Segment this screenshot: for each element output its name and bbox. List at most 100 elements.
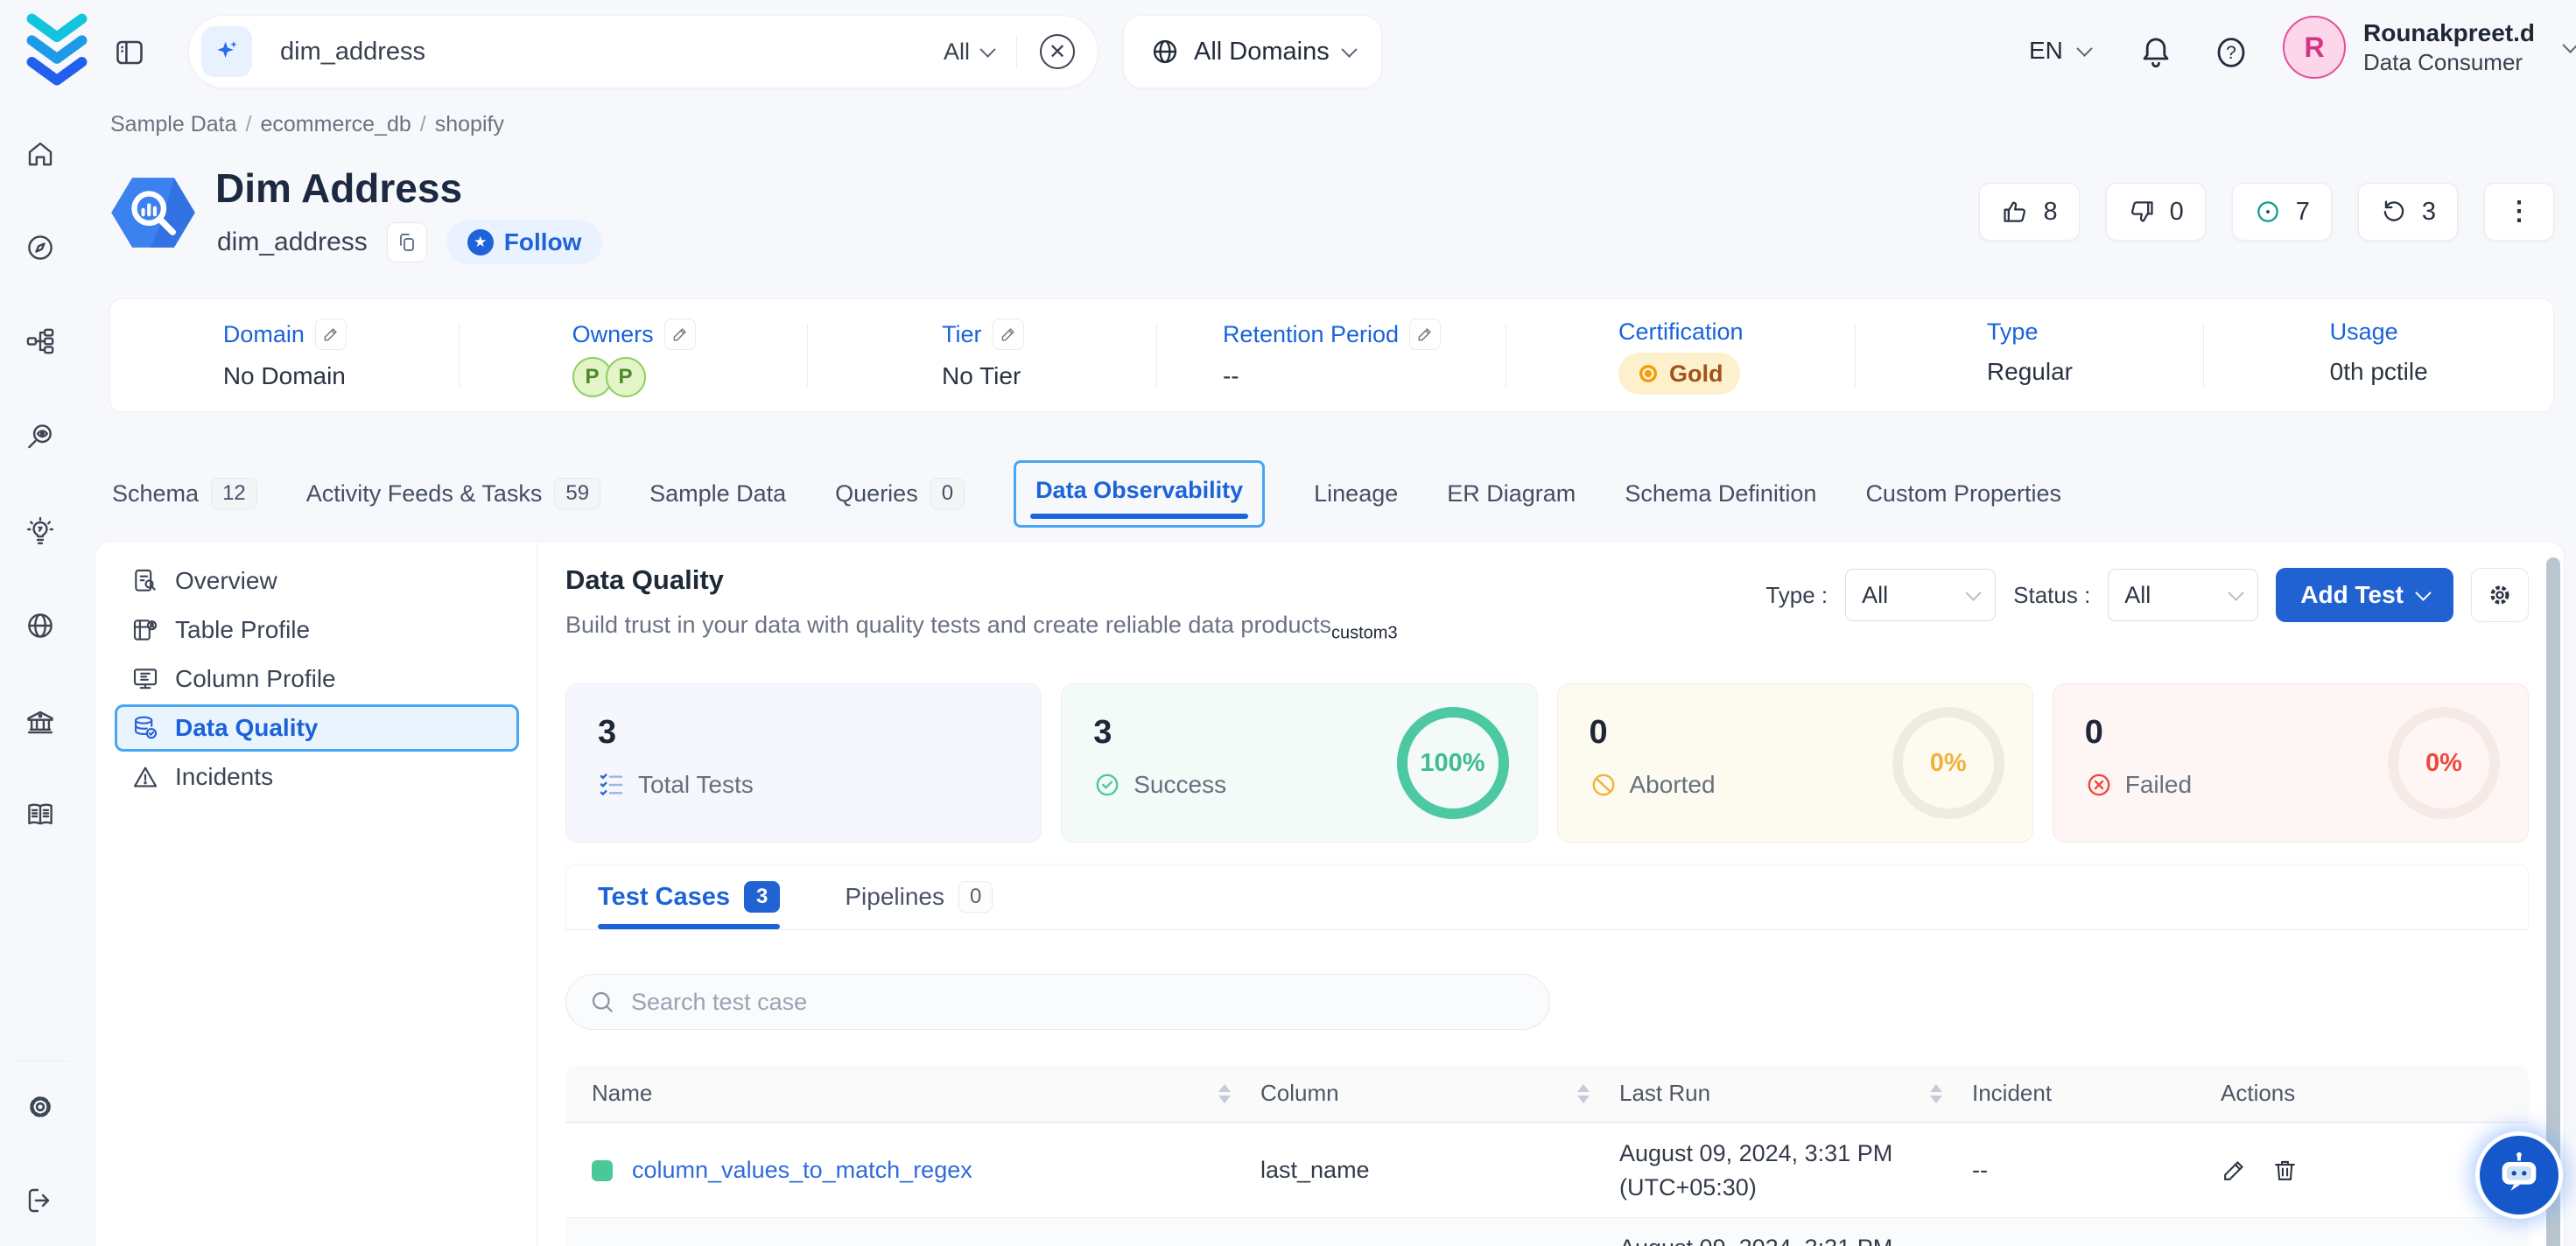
logout-icon[interactable] [25, 1183, 60, 1218]
more-options-kebab-icon[interactable]: ⋮ [2484, 183, 2554, 241]
sidebar-item-incidents[interactable]: Incidents [115, 753, 519, 801]
version-button[interactable]: 3 [2358, 183, 2458, 241]
tab-activity-feeds[interactable]: Activity Feeds & Tasks59 [306, 478, 600, 509]
app-logo-icon[interactable] [23, 13, 91, 90]
global-search-input[interactable] [280, 38, 944, 66]
observability-panel: Overview Table Profile Column Profile Da… [95, 541, 2565, 1246]
chevron-down-icon [1341, 41, 1357, 57]
status-filter-select[interactable]: All [2108, 569, 2258, 621]
section-subtitle: Build trust in your data with quality te… [565, 612, 1398, 643]
edit-pencil-icon[interactable] [2221, 1155, 2252, 1186]
follow-button[interactable]: ★ Follow [446, 220, 603, 264]
section-title: Data Quality [565, 564, 1398, 596]
certification-label[interactable]: Certification [1618, 318, 1744, 346]
domain-label[interactable]: Domain [223, 321, 305, 348]
edit-pencil-icon[interactable] [993, 318, 1024, 350]
entity-subheader: dim_address ★ Follow [217, 220, 602, 264]
settings-gear-icon[interactable] [25, 1089, 60, 1124]
column-cell: last_name [1260, 1157, 1619, 1184]
x-circle-icon [2085, 771, 2113, 799]
sidebar-item-overview[interactable]: Overview [115, 557, 519, 605]
search-separator [1016, 35, 1017, 68]
tab-lineage[interactable]: Lineage [1314, 480, 1398, 508]
sort-control[interactable] [1218, 1084, 1231, 1103]
user-menu[interactable]: R Rounakpreet.d Data Consumer [2283, 16, 2576, 79]
column-profile-icon [131, 665, 159, 693]
sidebar-toggle-icon[interactable] [114, 36, 147, 69]
tab-queries[interactable]: Queries0 [835, 478, 965, 509]
type-filter-label: Type : [1765, 582, 1828, 609]
breadcrumb-item[interactable]: Sample Data [110, 112, 251, 137]
glossary-book-icon[interactable] [25, 797, 60, 832]
settings-gear-icon[interactable] [2471, 568, 2529, 622]
all-domains-button[interactable]: All Domains [1123, 15, 1382, 88]
test-case-search-input[interactable] [631, 989, 1527, 1016]
help-icon[interactable]: ? [2213, 33, 2251, 72]
owners-label[interactable]: Owners [572, 321, 654, 348]
edit-pencil-icon[interactable] [1409, 318, 1441, 350]
language-dropdown[interactable]: EN [2029, 37, 2090, 65]
data-quality-header: Data Quality Build trust in your data wi… [565, 564, 2529, 643]
failed-percent-ring: 0% [2388, 707, 2500, 819]
explore-compass-icon[interactable] [25, 230, 60, 265]
database-check-icon [131, 714, 159, 742]
tab-er-diagram[interactable]: ER Diagram [1447, 480, 1576, 508]
observability-search-eye-icon[interactable] [25, 419, 60, 454]
success-percent-ring: 100% [1397, 707, 1509, 819]
downvote-button[interactable]: 0 [2106, 183, 2206, 241]
sort-control[interactable] [1930, 1084, 1942, 1103]
chatbot-button[interactable] [2475, 1131, 2563, 1219]
certification-gold-badge: Gold [1618, 353, 1741, 395]
failed-card: 0 Failed 0% [2053, 683, 2529, 843]
insights-bulb-icon[interactable] [25, 514, 60, 550]
total-tests-card: 3 Total Tests [565, 683, 1042, 843]
health-button[interactable]: 7 [2232, 183, 2332, 241]
tab-pipelines[interactable]: Pipelines 0 [845, 864, 993, 929]
domains-globe-icon[interactable] [25, 608, 60, 643]
govern-bank-icon[interactable] [25, 705, 60, 740]
tab-schema-definition[interactable]: Schema Definition [1625, 480, 1816, 508]
search-clear-icon[interactable]: ✕ [1040, 34, 1075, 69]
last-run-cell: August 09, 2024, 3:31 PM(UTC+05:30) [1619, 1137, 1972, 1205]
tab-test-cases[interactable]: Test Cases 3 [598, 864, 780, 929]
copy-icon[interactable] [387, 222, 427, 262]
ai-sparkle-icon [201, 26, 252, 77]
chevron-down-icon [2415, 584, 2431, 600]
edit-pencil-icon[interactable] [664, 318, 696, 350]
sidebar-item-data-quality[interactable]: Data Quality [115, 704, 519, 752]
chevron-down-icon [2229, 584, 2244, 600]
tab-sample-data[interactable]: Sample Data [649, 480, 786, 508]
chevron-down-icon [1965, 584, 1981, 600]
type-filter-select[interactable]: All [1845, 569, 1996, 621]
test-status-indicator [592, 1160, 613, 1181]
tab-custom-properties[interactable]: Custom Properties [1865, 480, 2061, 508]
checklist-icon [598, 771, 626, 799]
edit-pencil-icon[interactable] [315, 318, 347, 350]
tab-schema[interactable]: Schema12 [112, 478, 257, 509]
test-case-search[interactable] [565, 974, 1550, 1030]
search-icon [589, 989, 615, 1015]
delete-trash-icon[interactable] [2271, 1155, 2303, 1186]
breadcrumb-item[interactable]: ecommerce_db [260, 112, 425, 137]
sidebar-item-column-profile[interactable]: Column Profile [115, 655, 519, 703]
breadcrumb-item[interactable]: shopify [435, 112, 504, 137]
global-search-bar[interactable]: All ✕ [188, 15, 1098, 88]
lineage-flow-icon[interactable] [25, 324, 60, 359]
home-icon[interactable] [25, 136, 60, 172]
tab-data-observability[interactable]: Data Observability [1014, 460, 1265, 528]
owner-avatars[interactable]: P P [572, 357, 696, 397]
test-case-link[interactable]: column_values_to_match_regex [632, 1157, 972, 1184]
upvote-button[interactable]: 8 [1979, 183, 2079, 241]
medal-icon [1636, 361, 1660, 386]
incident-cell: -- [1972, 1157, 2208, 1184]
rail-divider [12, 1060, 68, 1061]
retention-label[interactable]: Retention Period [1223, 321, 1399, 348]
search-scope-dropdown[interactable]: All [944, 38, 993, 66]
target-icon [2254, 198, 2282, 226]
sort-control[interactable] [1577, 1084, 1590, 1103]
last-run-cell: August 09, 2024, 3:31 PM(UTC+05:30) [1619, 1231, 1972, 1246]
tier-label[interactable]: Tier [942, 321, 982, 348]
add-test-button[interactable]: Add Test [2276, 568, 2453, 622]
sidebar-item-table-profile[interactable]: Table Profile [115, 606, 519, 654]
notifications-bell-icon[interactable] [2137, 33, 2176, 72]
